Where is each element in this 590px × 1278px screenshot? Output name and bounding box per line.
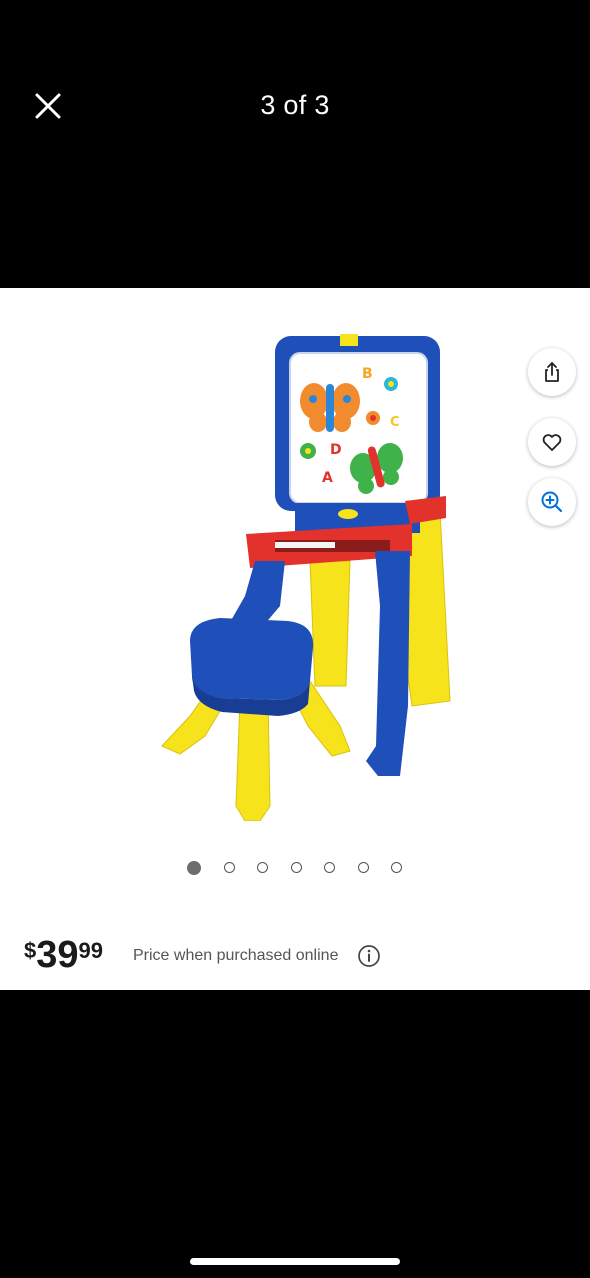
bottom-bar	[0, 990, 590, 1278]
product-image[interactable]: B C D A	[150, 306, 460, 821]
svg-text:D: D	[330, 442, 342, 458]
zoom-in-icon	[541, 491, 563, 513]
carousel-dot[interactable]	[357, 862, 369, 873]
home-indicator[interactable]	[190, 1258, 400, 1265]
share-icon	[545, 362, 559, 382]
price: $ 39 99	[24, 932, 103, 977]
price-whole: 39	[36, 934, 79, 976]
carousel-dot[interactable]	[187, 860, 202, 875]
share-button[interactable]	[528, 348, 576, 396]
price-note: Price when purchased online	[133, 947, 339, 964]
carousel-dot[interactable]	[290, 862, 302, 873]
zoom-button[interactable]	[528, 478, 576, 526]
svg-text:B: B	[362, 366, 373, 382]
image-counter: 3 of 3	[260, 90, 330, 120]
top-bar: 3 of 3	[0, 0, 590, 288]
svg-text:A: A	[322, 470, 333, 486]
price-cents: 99	[78, 938, 104, 963]
favorite-button[interactable]	[528, 418, 576, 466]
carousel-dot[interactable]	[324, 862, 336, 873]
image-viewer-panel: B C D A $ 39 99 Price when purchased onl…	[0, 288, 590, 990]
svg-text:C: C	[390, 415, 400, 430]
price-currency: $	[24, 938, 37, 963]
carousel-dot[interactable]	[223, 862, 235, 873]
carousel-dot[interactable]	[257, 862, 269, 873]
carousel-dots	[0, 860, 590, 875]
carousel-dot[interactable]	[391, 862, 403, 873]
heart-icon	[542, 434, 562, 451]
info-icon[interactable]	[357, 944, 381, 968]
